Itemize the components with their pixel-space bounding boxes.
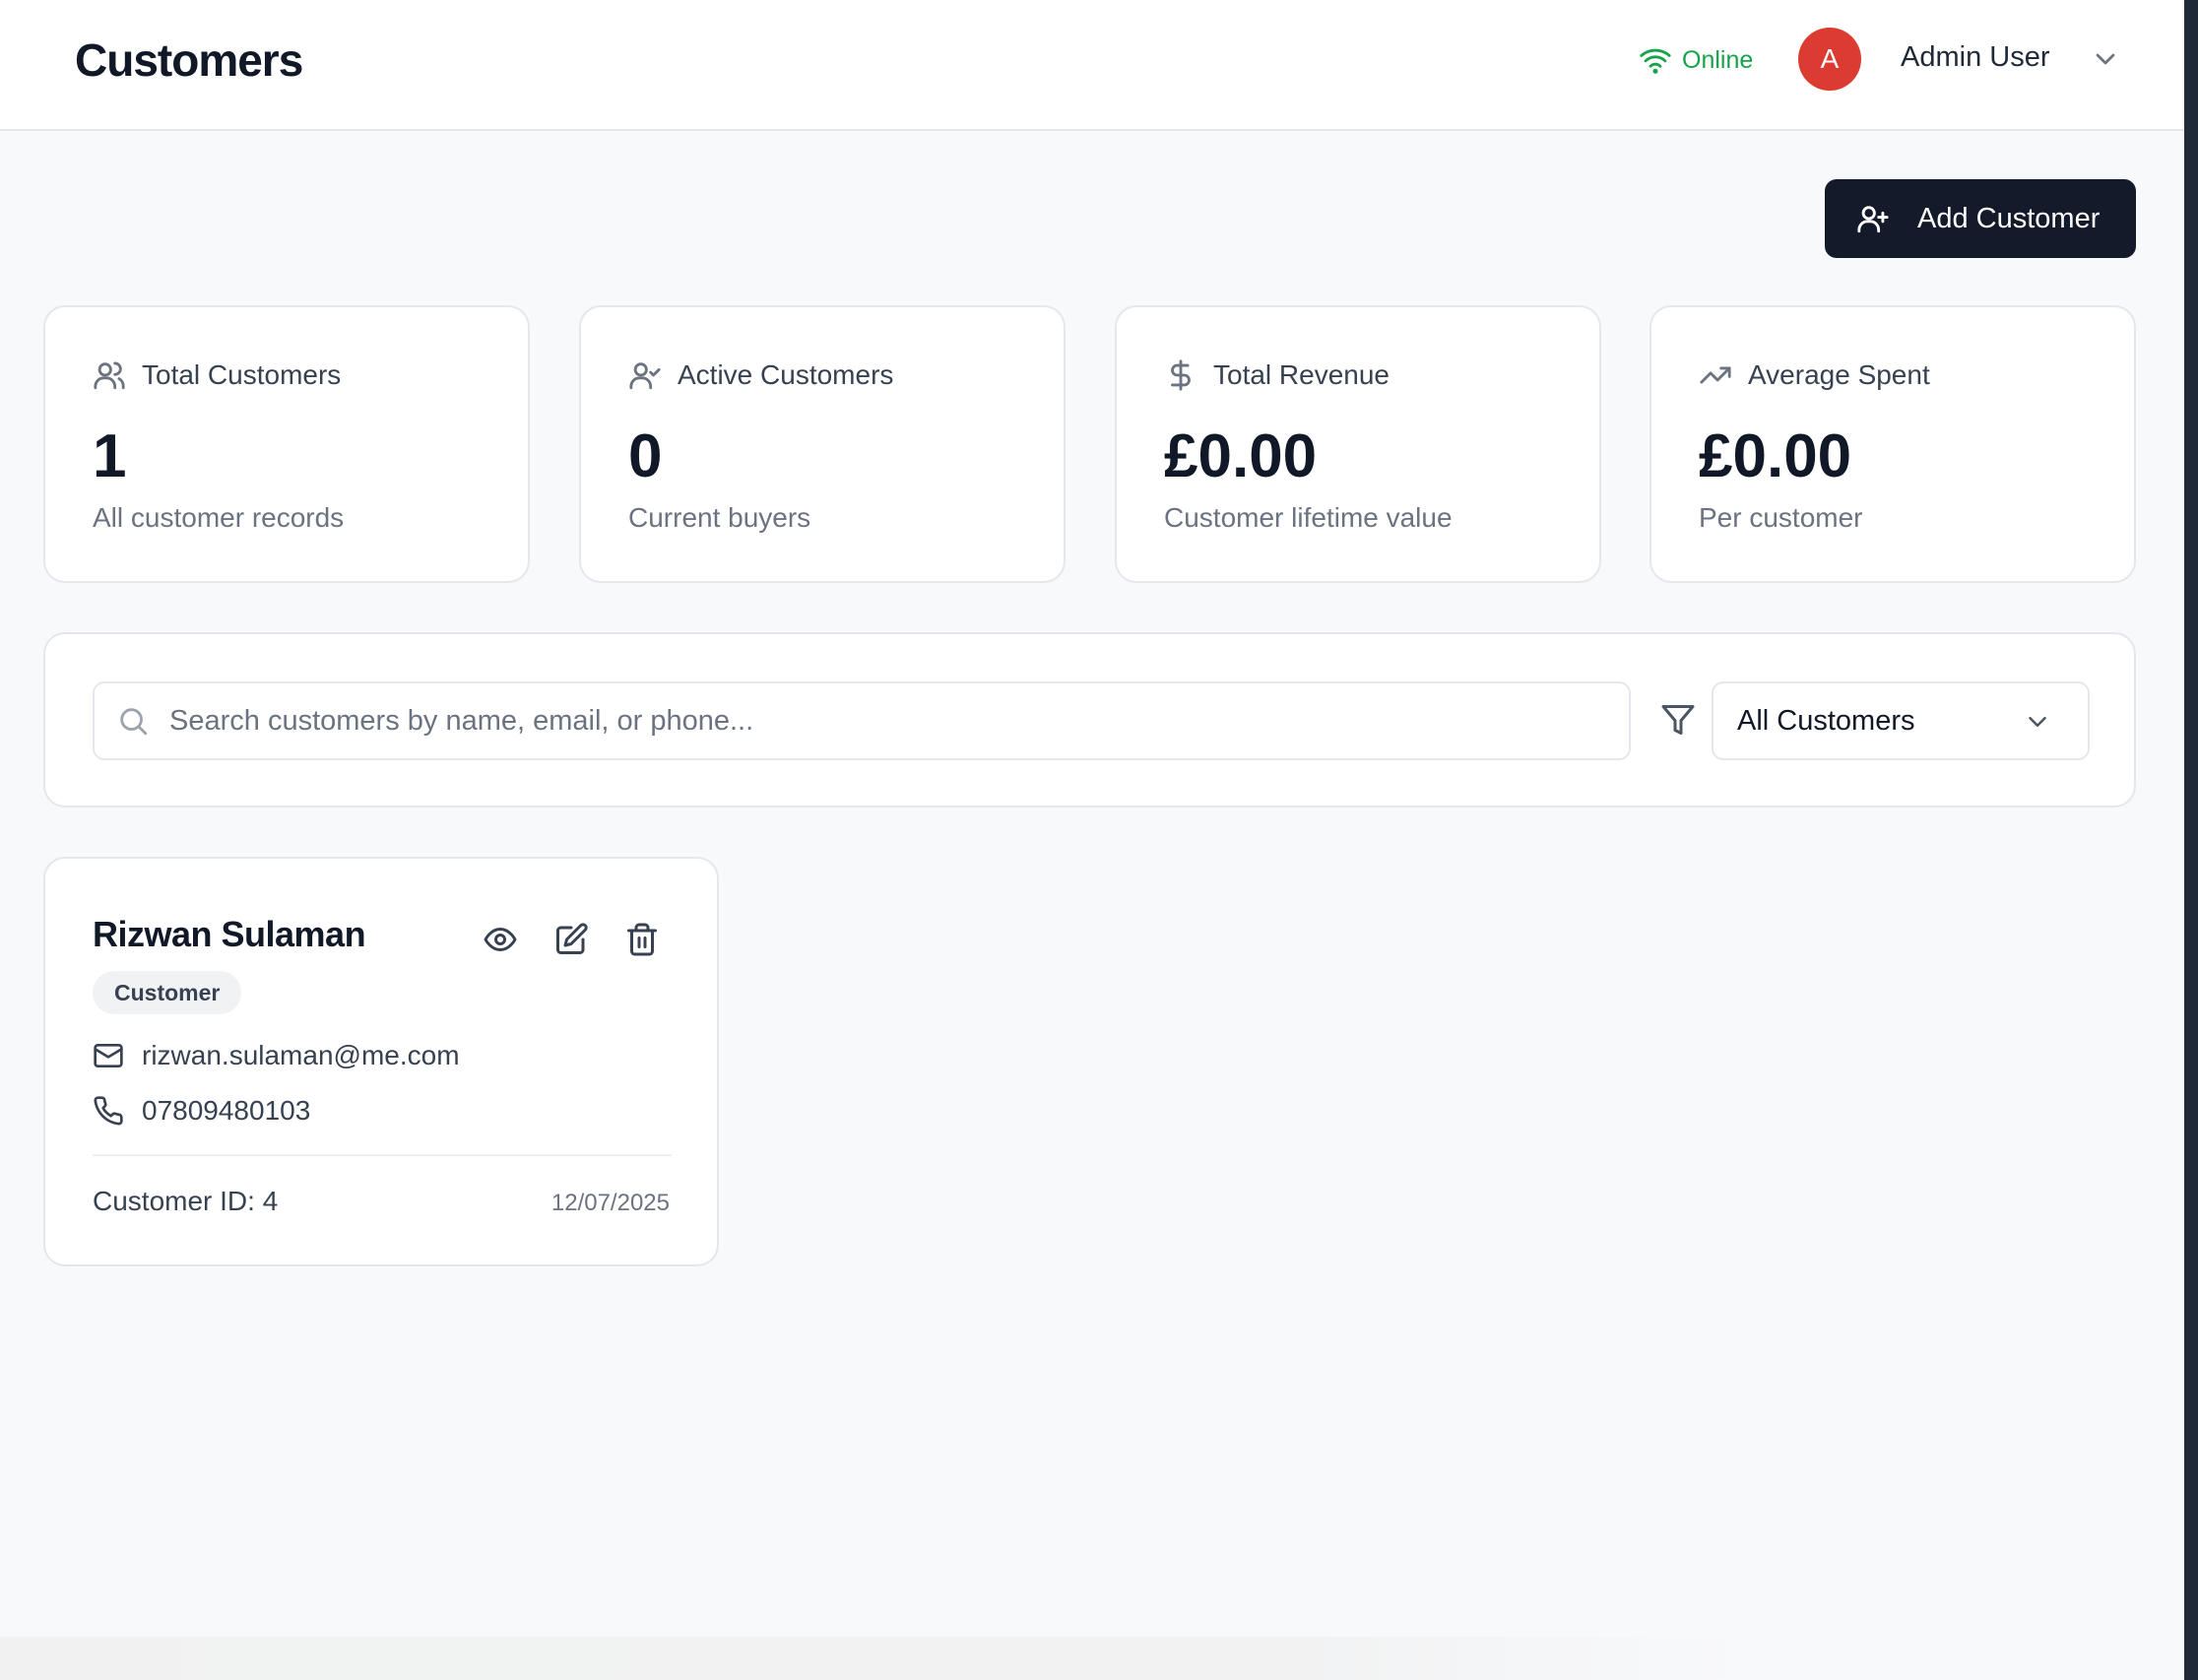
avatar-initial: A [1820, 43, 1840, 74]
bottom-shadow [0, 1637, 2184, 1680]
search-box [93, 681, 1631, 760]
chevron-down-icon[interactable] [2090, 43, 2121, 75]
customer-name: Rizwan Sulaman [93, 914, 366, 954]
stat-value: £0.00 [1164, 422, 1318, 490]
stat-caption: All customer records [93, 502, 345, 533]
stat-label: Total Customers [142, 359, 342, 390]
stat-card-average-spent: Average Spent £0.00 Per customer [1649, 305, 2136, 583]
window-edge [2184, 0, 2198, 1680]
add-customer-label: Add Customer [1917, 202, 2101, 234]
top-bar: Customers Online A Admin User [0, 0, 2184, 131]
dollar-icon [1171, 359, 1191, 391]
stat-header: Average Spent [1699, 358, 1930, 392]
phone-icon [94, 1096, 123, 1126]
stat-label: Total Revenue [1213, 359, 1390, 390]
card-divider [93, 1154, 672, 1156]
user-plus-icon [1857, 206, 1889, 233]
stat-label: Average Spent [1748, 359, 1930, 390]
email-row: rizwan.sulaman@me.com [93, 1040, 460, 1071]
stat-header: Total Revenue [1164, 358, 1390, 392]
search-icon [120, 708, 148, 736]
stat-caption: Per customer [1699, 502, 1863, 533]
stat-card-active-customers: Active Customers 0 Current buyers [579, 305, 1066, 583]
select-value: All Customers [1737, 704, 1915, 737]
avatar[interactable]: A [1798, 28, 1861, 91]
stat-value: 0 [628, 422, 663, 490]
mail-icon [94, 1044, 123, 1067]
customer-phone: 07809480103 [142, 1095, 311, 1126]
eye-icon[interactable] [483, 922, 518, 957]
trending-up-icon [1700, 366, 1731, 384]
user-name[interactable]: Admin User [1901, 41, 2050, 74]
customer-date: 12/07/2025 [550, 1190, 670, 1216]
stat-value: 1 [93, 422, 127, 490]
trash-icon[interactable] [624, 922, 660, 957]
stat-caption: Customer lifetime value [1164, 502, 1453, 533]
stat-label: Active Customers [678, 359, 894, 390]
wifi-icon [1640, 48, 1671, 74]
customers-page: Customers Online A Admin User Add Custom… [0, 0, 2198, 1680]
customer-id: Customer ID: 4 [93, 1186, 279, 1216]
add-customer-button[interactable]: Add Customer [1825, 179, 2136, 258]
stat-header: Active Customers [628, 358, 893, 392]
search-input[interactable] [169, 691, 1607, 750]
stat-header: Total Customers [93, 358, 341, 392]
customer-card[interactable]: Rizwan Sulaman Customer rizwan.sulaman@m… [43, 857, 719, 1266]
filter-panel: All Customers [43, 632, 2136, 808]
stat-value: £0.00 [1699, 422, 1852, 490]
chevron-down-icon [2029, 717, 2046, 727]
page-title: Customers [75, 34, 303, 86]
phone-row: 07809480103 [93, 1095, 310, 1127]
filter-icon [1661, 705, 1695, 735]
customer-segment-select[interactable]: All Customers [1712, 681, 2090, 760]
stat-card-total-revenue: Total Revenue £0.00 Customer lifetime va… [1115, 305, 1601, 583]
role-badge: Customer [93, 971, 242, 1014]
connection-status: Online [1639, 43, 1753, 77]
stat-caption: Current buyers [628, 502, 811, 533]
user-check-icon [629, 362, 661, 390]
status-label: Online [1682, 45, 1754, 74]
customer-email: rizwan.sulaman@me.com [142, 1040, 460, 1070]
users-icon [94, 361, 125, 390]
edit-icon[interactable] [553, 922, 589, 957]
stat-card-total-customers: Total Customers 1 All customer records [43, 305, 530, 583]
